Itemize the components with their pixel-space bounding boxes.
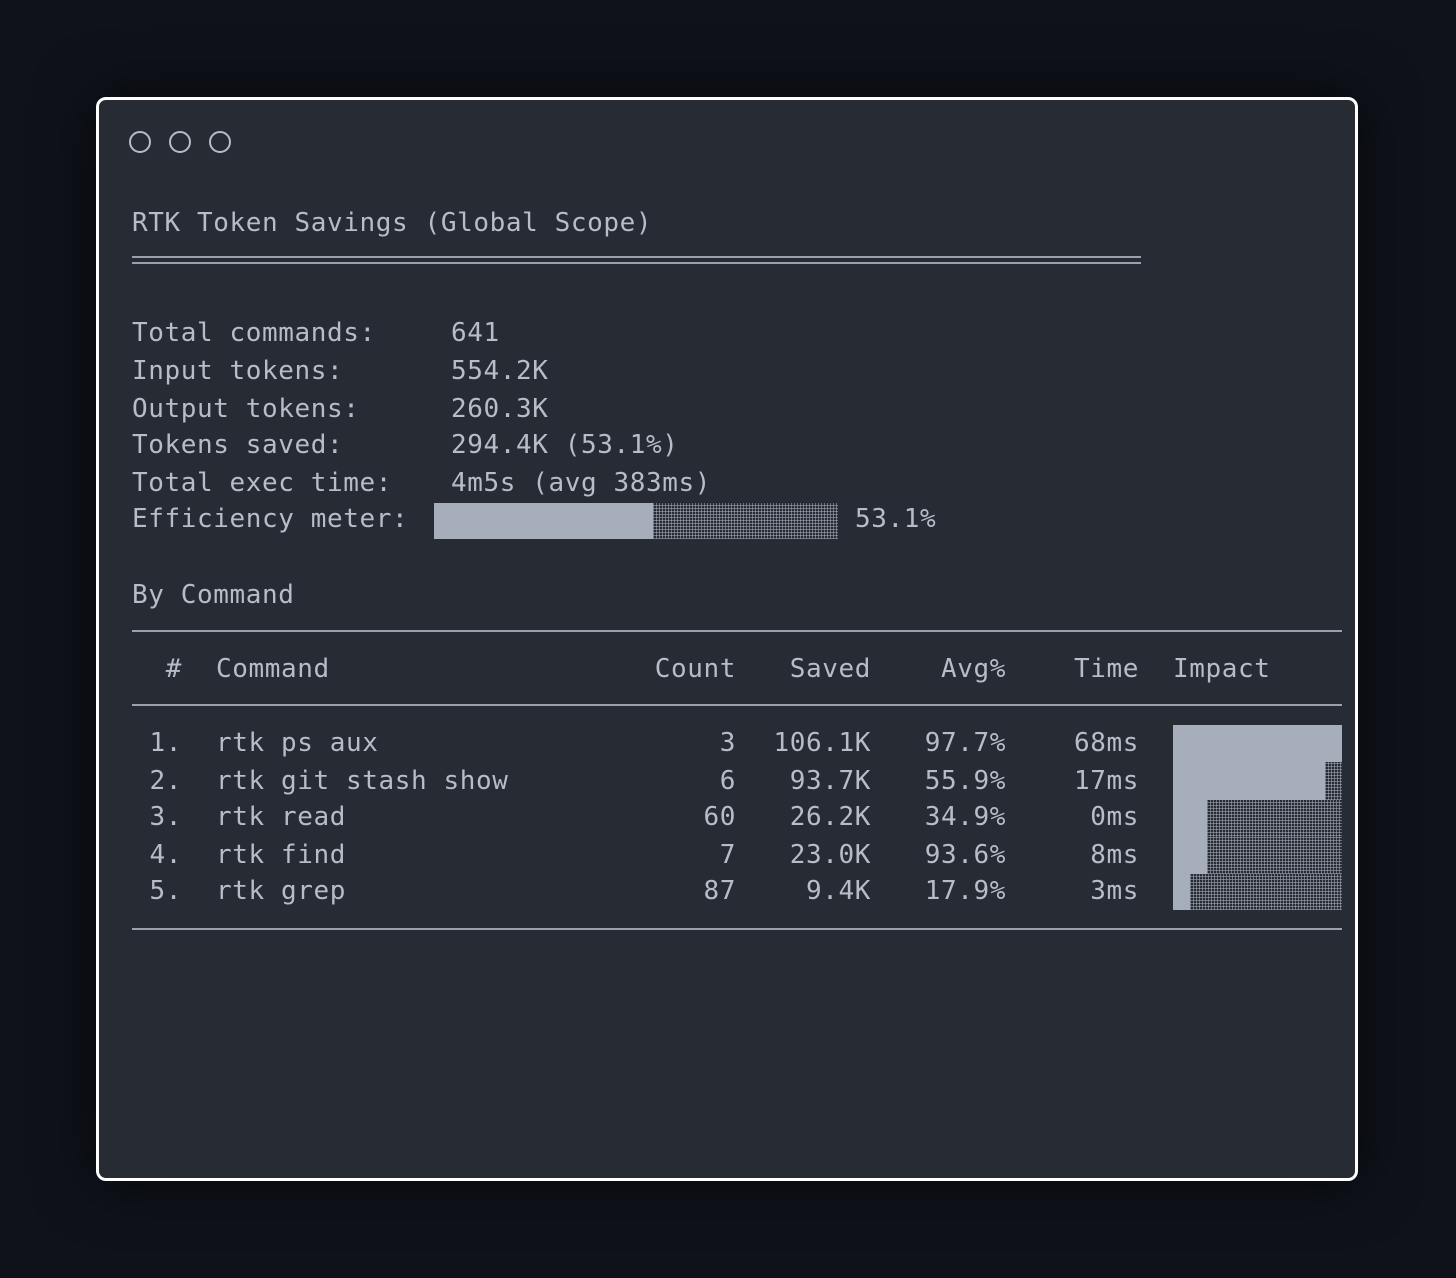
row-count: 7 bbox=[719, 840, 736, 870]
row-count: 87 bbox=[703, 876, 736, 906]
row-command: rtk grep bbox=[216, 876, 347, 906]
impact-bar-remainder bbox=[1190, 874, 1342, 910]
row-command: rtk ps aux bbox=[216, 728, 379, 758]
row-num: 2. bbox=[149, 766, 182, 796]
row-avg: 93.6% bbox=[924, 840, 1006, 870]
impact-bar bbox=[1173, 836, 1342, 874]
header-rule bbox=[132, 704, 1342, 706]
terminal-window: RTK Token Savings (Global Scope) Total c… bbox=[96, 97, 1358, 1181]
impact-bar-fill bbox=[1173, 800, 1207, 836]
impact-bar-remainder bbox=[1207, 836, 1342, 874]
impact-bar bbox=[1173, 725, 1342, 762]
report-title: RTK Token Savings (Global Scope) bbox=[132, 208, 653, 238]
row-saved: 9.4K bbox=[805, 876, 871, 906]
header-avg: Avg% bbox=[940, 654, 1006, 684]
title-double-rule bbox=[132, 256, 1141, 264]
header-count: Count bbox=[654, 654, 736, 684]
row-command: rtk git stash show bbox=[216, 766, 509, 796]
efficiency-value: 53.1% bbox=[855, 504, 937, 534]
section-title: By Command bbox=[132, 580, 295, 610]
header-command: Command bbox=[216, 654, 330, 684]
row-time: 68ms bbox=[1073, 728, 1139, 758]
row-saved: 26.2K bbox=[789, 802, 871, 832]
header-num: # bbox=[165, 654, 182, 684]
row-avg: 55.9% bbox=[924, 766, 1006, 796]
impact-bar bbox=[1173, 874, 1342, 910]
row-time: 3ms bbox=[1090, 876, 1139, 906]
summary-label: Total commands: bbox=[132, 318, 376, 348]
efficiency-meter bbox=[434, 503, 838, 539]
maximize-window-button[interactable] bbox=[209, 131, 231, 153]
row-num: 5. bbox=[149, 876, 182, 906]
row-time: 0ms bbox=[1090, 802, 1139, 832]
row-avg: 17.9% bbox=[924, 876, 1006, 906]
header-saved: Saved bbox=[789, 654, 871, 684]
impact-bar bbox=[1173, 800, 1342, 836]
impact-bar-fill bbox=[1173, 836, 1207, 874]
row-avg: 34.9% bbox=[924, 802, 1006, 832]
row-command: rtk read bbox=[216, 802, 347, 832]
row-saved: 106.1K bbox=[773, 728, 871, 758]
summary-value: 641 bbox=[451, 318, 500, 348]
row-saved: 23.0K bbox=[789, 840, 871, 870]
impact-bar-fill bbox=[1173, 725, 1342, 762]
summary-value: 294.4K (53.1%) bbox=[451, 430, 679, 460]
row-saved: 93.7K bbox=[789, 766, 871, 796]
impact-bar-remainder bbox=[1207, 800, 1342, 836]
row-time: 8ms bbox=[1090, 840, 1139, 870]
summary-label: Output tokens: bbox=[132, 394, 360, 424]
impact-bar-remainder bbox=[1325, 762, 1342, 800]
row-avg: 97.7% bbox=[924, 728, 1006, 758]
row-time: 17ms bbox=[1073, 766, 1139, 796]
table-bottom-rule bbox=[132, 928, 1342, 930]
efficiency-meter-remainder bbox=[653, 503, 838, 539]
impact-bar bbox=[1173, 762, 1342, 800]
summary-label: Tokens saved: bbox=[132, 430, 344, 460]
summary-value: 260.3K bbox=[451, 394, 549, 424]
row-count: 6 bbox=[719, 766, 736, 796]
row-num: 1. bbox=[149, 728, 182, 758]
close-window-button[interactable] bbox=[129, 131, 151, 153]
minimize-window-button[interactable] bbox=[169, 131, 191, 153]
row-num: 3. bbox=[149, 802, 182, 832]
summary-value: 554.2K bbox=[451, 356, 549, 386]
header-time: Time bbox=[1073, 654, 1139, 684]
row-command: rtk find bbox=[216, 840, 347, 870]
summary-label: Total exec time: bbox=[132, 468, 393, 498]
table-top-rule bbox=[132, 630, 1342, 632]
row-count: 3 bbox=[719, 728, 736, 758]
row-count: 60 bbox=[703, 802, 736, 832]
impact-bar-fill bbox=[1173, 874, 1190, 910]
impact-bar-fill bbox=[1173, 762, 1325, 800]
summary-label: Input tokens: bbox=[132, 356, 344, 386]
summary-value: 4m5s (avg 383ms) bbox=[451, 468, 712, 498]
row-num: 4. bbox=[149, 840, 182, 870]
efficiency-label: Efficiency meter: bbox=[132, 504, 409, 534]
efficiency-meter-fill bbox=[434, 503, 653, 539]
header-impact: Impact bbox=[1173, 654, 1271, 684]
